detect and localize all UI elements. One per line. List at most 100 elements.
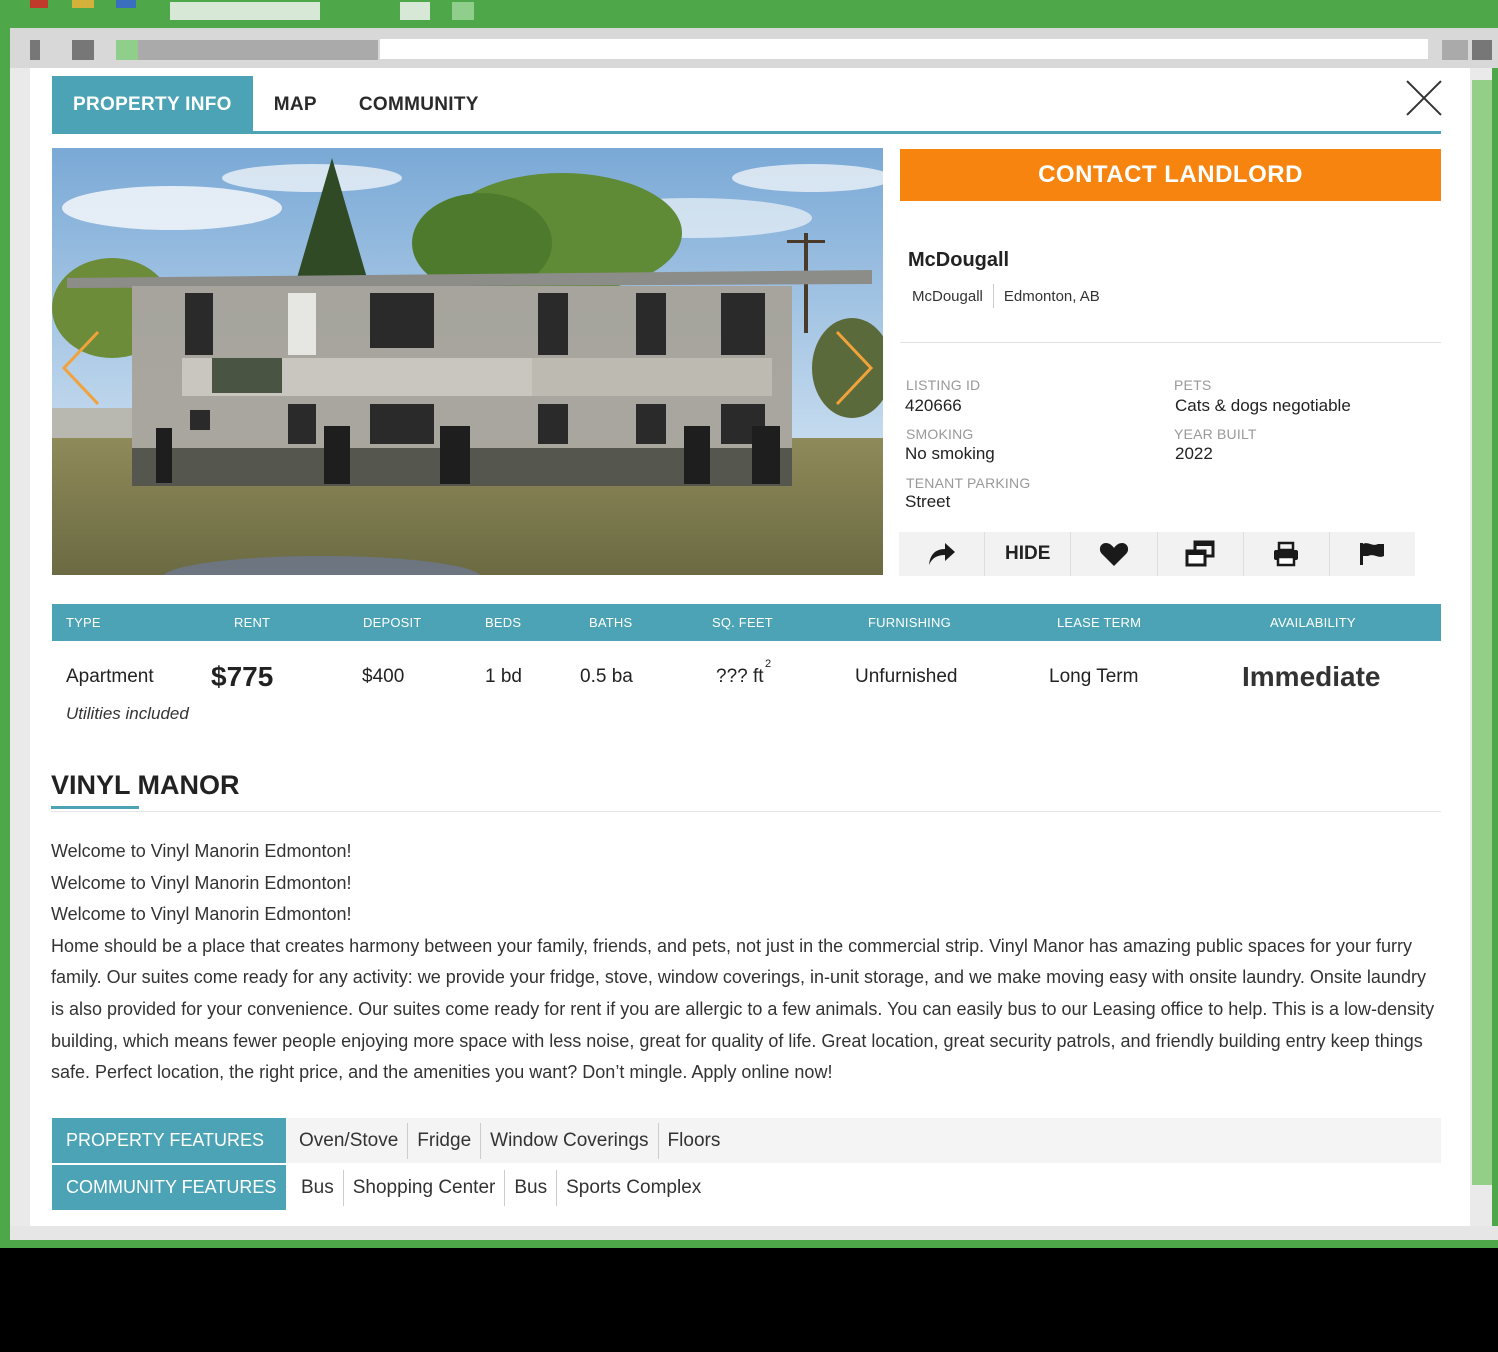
feature-item: Shopping Center [344,1169,506,1206]
th-sq-feet: SQ. FEET [712,615,773,630]
community-features-list: Bus Shopping Center Bus Sports Complex [292,1165,710,1210]
next-photo-icon[interactable] [829,328,879,408]
city-link[interactable]: Edmonton, AB [1004,288,1100,305]
title-underline [51,806,139,809]
address-bar-area [10,28,1498,68]
th-furnishing: FURNISHING [868,615,951,630]
description-line: Welcome to Vinyl Manorin Edmonton! [51,904,352,925]
feature-item: Fridge [408,1122,482,1159]
community-features-row: COMMUNITY FEATURES Bus Shopping Center B… [52,1165,1441,1210]
feature-item: Floors [667,1129,721,1151]
building-photo [52,148,883,575]
flag-icon [1360,543,1385,565]
sq-feet-value: ??? ft [716,666,764,687]
smoking-value: No smoking [905,444,995,463]
browser-tab[interactable] [170,2,320,20]
property-features-label: PROPERTY FEATURES [52,1118,286,1163]
print-button[interactable] [1244,532,1330,576]
close-icon[interactable] [1404,78,1444,118]
beds-value: 1 bd [485,666,522,687]
contact-landlord-button[interactable]: CONTACT LANDLORD [900,149,1441,201]
th-lease-term: LEASE TERM [1057,615,1142,630]
heart-icon [1099,543,1129,566]
th-rent: RENT [234,615,271,630]
browser-menu-icon[interactable] [1442,40,1468,60]
community-features-label: COMMUNITY FEATURES [52,1165,286,1210]
property-name: VINYL MANOR [51,770,240,800]
frame-bottom [10,1240,1498,1248]
th-availability: AVAILABILITY [1270,615,1356,630]
window-dot [116,0,136,8]
property-features-list: Oven/Stove Fridge Window Coverings Floor… [290,1118,729,1163]
year-built-label: YEAR BUILT [1174,426,1257,442]
hide-button[interactable]: HIDE [985,532,1072,576]
listing-id-value: 420666 [905,396,962,415]
share-button[interactable] [899,532,986,576]
th-beds: BEDS [485,615,522,630]
deposit-value: $400 [362,666,405,687]
tenant-parking-label: TENANT PARKING [906,475,1031,491]
th-baths: BATHS [589,615,633,630]
type-value: Apartment [66,666,154,687]
browser-tab[interactable] [452,2,474,20]
print-icon [1274,541,1299,567]
previous-photo-icon[interactable] [56,328,106,408]
availability-value: Immediate [1242,661,1381,692]
smoking-label: SMOKING [906,426,974,442]
pets-value: Cats & dogs negotiable [1175,396,1351,415]
location-subtitle: McDougall Edmonton, AB [912,284,1100,308]
compare-icon [1185,540,1215,567]
tab-bar: PROPERTY INFO MAP COMMUNITY [52,76,500,134]
baths-value: 0.5 ba [580,666,633,687]
url-input[interactable] [380,39,1428,59]
nav-forward-icon[interactable] [72,40,94,60]
tab-community[interactable]: COMMUNITY [338,76,500,134]
description-line: Welcome to Vinyl Manorin Edmonton! [51,841,352,861]
page-bottom [10,1226,1498,1240]
title-rule [51,811,1441,812]
year-built-value: 2022 [1175,444,1213,463]
browser-menu-icon[interactable] [1472,40,1492,60]
report-button[interactable] [1330,532,1415,576]
rent-value: $775 [211,661,274,692]
section-divider [900,342,1441,343]
listing-id-label: LISTING ID [906,377,981,393]
feature-item: Oven/Stove [290,1122,409,1159]
property-photo [52,148,883,575]
description-paragraph: Home should be a place that creates harm… [51,935,1435,1083]
tenant-parking-value: Street [905,492,951,511]
property-features-row: PROPERTY FEATURES Oven/Stove Fridge Wind… [52,1118,1441,1163]
furnishing-value: Unfurnished [855,666,958,687]
scrollbar-thumb[interactable] [1472,80,1492,1185]
feature-item: Bus [505,1169,558,1206]
nav-back-icon[interactable] [30,40,40,60]
location-title: McDougall [908,249,1010,271]
window-dot [72,0,94,8]
window-dot [30,0,48,8]
share-icon [928,543,955,565]
compare-button[interactable] [1158,532,1244,576]
th-type: TYPE [66,615,101,630]
browser-tab[interactable] [400,2,430,20]
pets-label: PETS [1174,377,1212,393]
info-table-header: TYPE RENT DEPOSIT BEDS BATHS SQ. FEET FU… [52,604,1441,641]
th-deposit: DEPOSIT [363,615,422,630]
favorite-button[interactable] [1071,532,1158,576]
feature-item: Bus [292,1169,344,1206]
feature-item: Window Coverings [481,1122,659,1159]
description-line: Welcome to Vinyl Manorin Edmonton! [51,872,352,893]
tab-property-info[interactable]: PROPERTY INFO [52,76,253,134]
reload-icon[interactable] [116,40,138,60]
sq-feet-superscript: 2 [765,658,772,670]
divider [992,284,994,308]
action-bar: HIDE [899,532,1415,576]
neighbourhood-link[interactable]: McDougall [912,288,983,305]
tab-map[interactable]: MAP [253,76,338,134]
utilities-note: Utilities included [66,704,189,723]
url-prefix [138,40,378,60]
feature-item: Sports Complex [566,1176,702,1198]
tab-underline [52,131,1441,134]
lease-term-value: Long Term [1049,666,1139,687]
property-description: Welcome to Vinyl Manorin Edmonton! Welco… [51,836,1441,1089]
page-margin [10,68,30,1226]
